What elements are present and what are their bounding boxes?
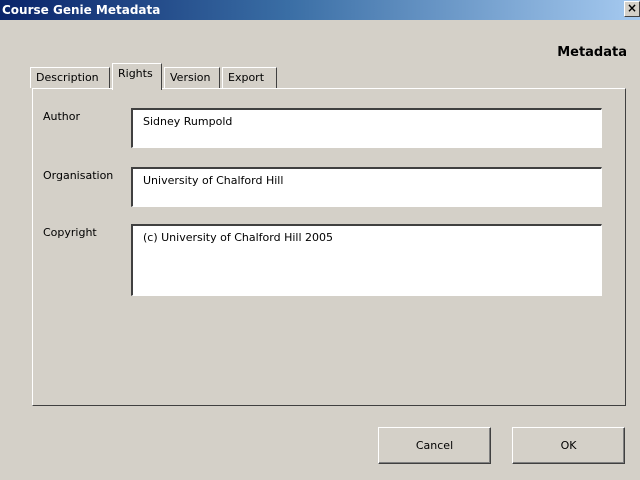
- tab-export[interactable]: Export: [222, 67, 277, 88]
- page-heading: Metadata: [557, 45, 627, 60]
- title-bar[interactable]: Course Genie Metadata ×: [0, 0, 640, 20]
- tab-rights[interactable]: Rights: [112, 63, 162, 90]
- copyright-label: Copyright: [43, 226, 97, 239]
- window-title: Course Genie Metadata: [2, 3, 161, 17]
- organisation-field[interactable]: University of Chalford Hill: [131, 167, 602, 207]
- author-label: Author: [43, 110, 81, 123]
- tab-version[interactable]: Version: [164, 67, 220, 88]
- author-field[interactable]: Sidney Rumpold: [131, 108, 602, 148]
- tab-description[interactable]: Description: [30, 67, 110, 88]
- metadata-dialog: Course Genie Metadata × Metadata Descrip…: [0, 0, 640, 480]
- close-icon: ×: [626, 1, 638, 15]
- rights-panel: Author Sidney Rumpold Organisation Unive…: [32, 88, 626, 406]
- cancel-button[interactable]: Cancel: [378, 427, 491, 464]
- ok-button[interactable]: OK: [512, 427, 625, 464]
- tab-strip: Description Rights Version Export: [30, 63, 330, 90]
- organisation-label: Organisation: [43, 169, 114, 182]
- copyright-field[interactable]: (c) University of Chalford Hill 2005: [131, 224, 602, 296]
- close-button[interactable]: ×: [624, 1, 640, 17]
